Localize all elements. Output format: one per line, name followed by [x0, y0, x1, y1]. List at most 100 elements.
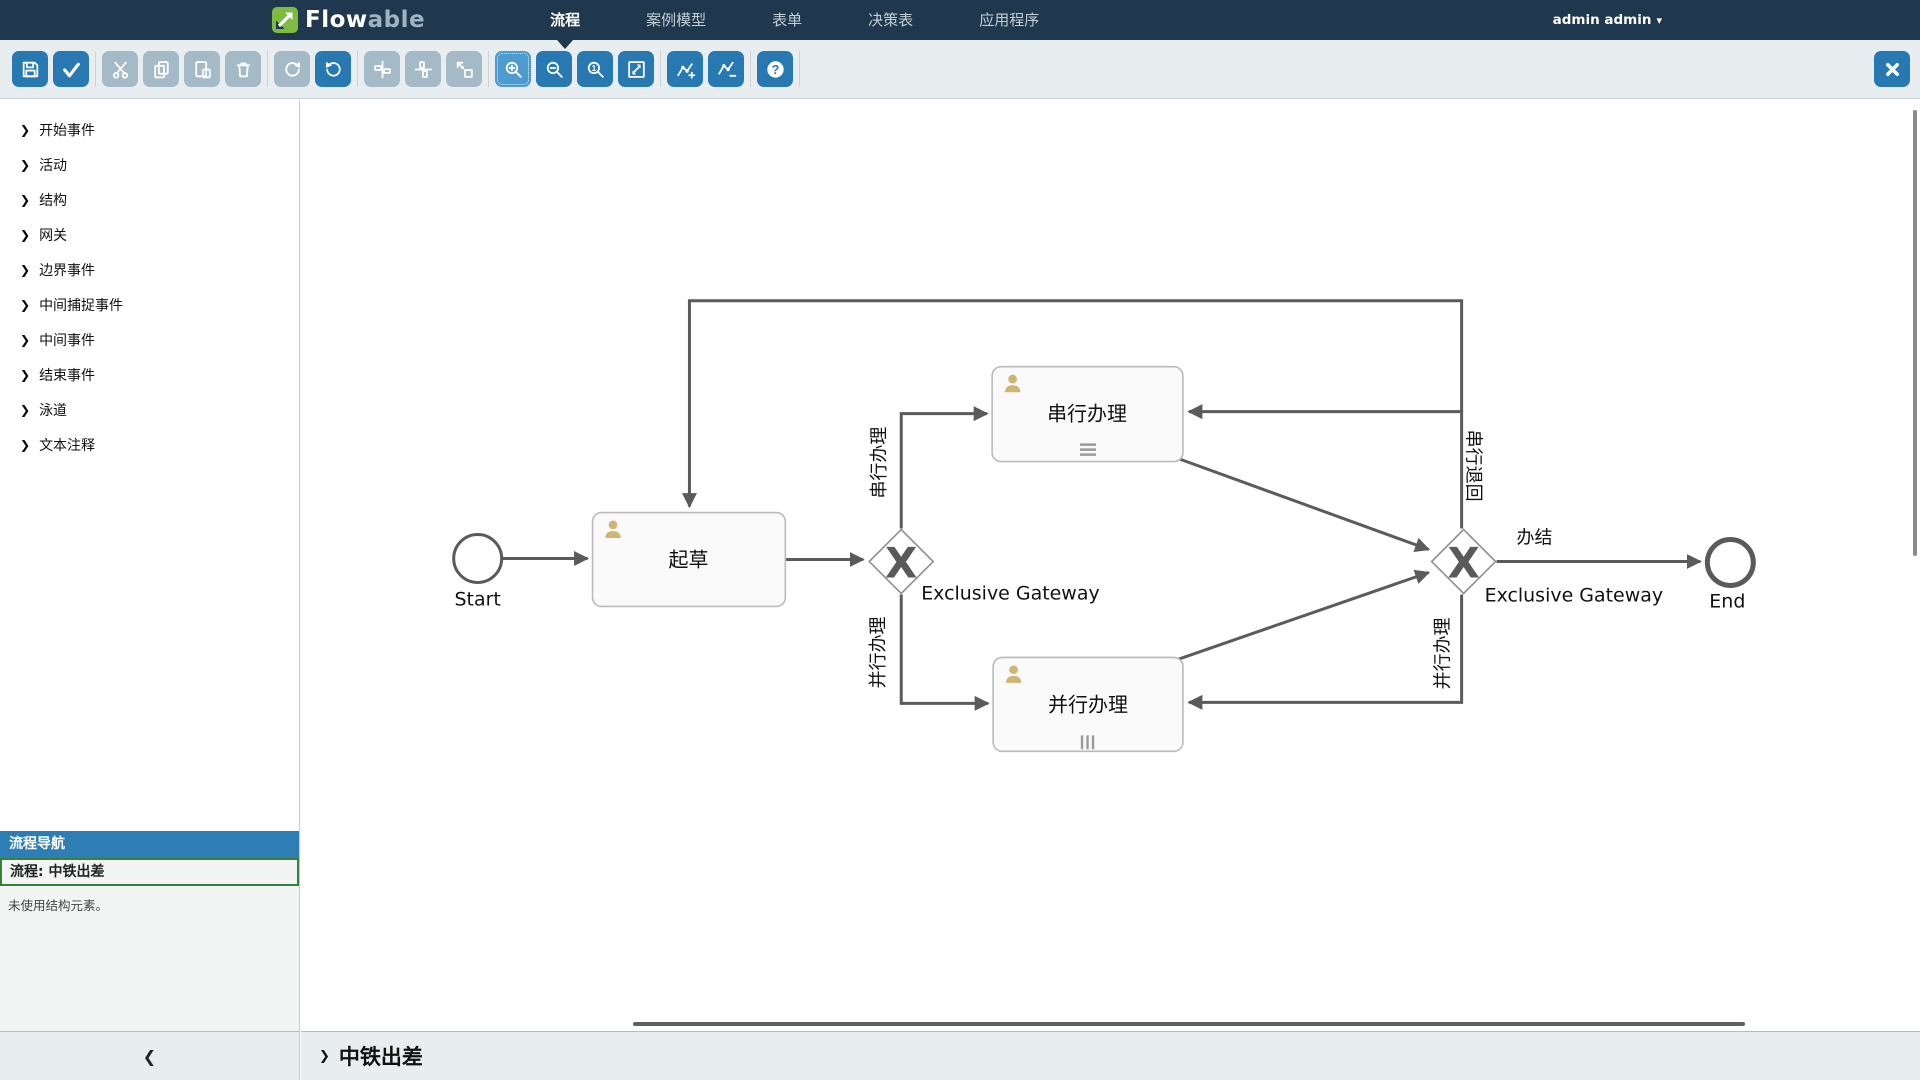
- palette-item-7[interactable]: ❯ 结束事件: [0, 357, 299, 392]
- caret-down-icon: ▾: [1656, 14, 1662, 27]
- zoom-in-icon: [503, 59, 524, 80]
- user-menu-label: admin admin: [1553, 12, 1652, 28]
- flowable-logo[interactable]: Flowable: [272, 7, 425, 33]
- palette-item-6[interactable]: ❯中间事件: [0, 322, 299, 357]
- remove-bendpoint-button[interactable]: [708, 51, 744, 87]
- zoom-in-button[interactable]: [495, 51, 531, 87]
- validate-icon: [61, 59, 82, 80]
- palette-item-label: 活动: [39, 155, 67, 175]
- toolbar-group: [358, 51, 489, 87]
- toolbar-group: [6, 51, 96, 87]
- breadcrumb-bar: ❯ 中铁出差: [301, 1031, 1920, 1080]
- palette-item-1[interactable]: ❯活动: [0, 147, 299, 182]
- tab-decision-tables[interactable]: 决策表: [835, 0, 946, 40]
- validate-button[interactable]: [53, 51, 89, 87]
- palette-item-label: 边界事件: [39, 260, 95, 280]
- cut-button[interactable]: [102, 51, 138, 87]
- task-draft-label: 起草: [668, 547, 708, 571]
- user-menu[interactable]: admin admin ▾: [1553, 12, 1662, 28]
- same-size-button[interactable]: [446, 51, 482, 87]
- toolbar-group: [96, 51, 268, 87]
- tab-case-models[interactable]: 案例模型: [613, 0, 739, 40]
- redo-button[interactable]: [274, 51, 310, 87]
- flow-parallel-to-gw2[interactable]: [1175, 572, 1429, 660]
- sidebar-footer: ❮: [0, 1031, 299, 1080]
- flow-gw1-to-parallel[interactable]: [901, 594, 988, 703]
- chevron-right-icon: ❯: [20, 123, 30, 137]
- palette-item-label: 结束事件: [39, 365, 95, 385]
- user-task-draft[interactable]: 起草: [593, 513, 786, 607]
- editor-toolbar: 1?: [0, 40, 1920, 99]
- flow-parallel-return[interactable]: [1189, 594, 1462, 702]
- flow-gw1-to-serial[interactable]: [901, 414, 987, 529]
- palette-item-9[interactable]: ❯文本注释: [0, 427, 299, 462]
- bendpoint-add-icon: [675, 59, 696, 80]
- canvas-vertical-scrollbar[interactable]: [1913, 110, 1917, 556]
- edge-label-parallel-return: 并行办理: [1433, 617, 1454, 689]
- copy-icon: [151, 59, 172, 80]
- canvas-horizontal-scrollbar[interactable]: [633, 1022, 1745, 1026]
- user-task-parallel[interactable]: 并行办理: [993, 657, 1183, 751]
- redo-icon: [282, 59, 303, 80]
- zoom-actual-icon: 1: [585, 59, 606, 80]
- help-button[interactable]: ?: [757, 51, 793, 87]
- user-task-serial[interactable]: 串行办理: [992, 367, 1183, 462]
- palette-item-3[interactable]: ❯ 网关: [0, 217, 299, 252]
- align-vertical-button[interactable]: [405, 51, 441, 87]
- copy-button[interactable]: [143, 51, 179, 87]
- flow-serial-to-gw2[interactable]: [1173, 457, 1429, 550]
- gateway-x-icon: X: [885, 538, 917, 587]
- palette-item-2[interactable]: ❯ 结构: [0, 182, 299, 217]
- top-navbar: Flowable 流程案例模型表单决策表应用程序 admin admin ▾: [0, 0, 1920, 40]
- undo-icon: [323, 59, 344, 80]
- zoom-out-button[interactable]: [536, 51, 572, 87]
- palette-item-8[interactable]: ❯ 泳道: [0, 392, 299, 427]
- process-navigator-note: 未使用结构元素。: [0, 886, 299, 1031]
- add-bendpoint-button[interactable]: [667, 51, 703, 87]
- close-editor-button[interactable]: [1874, 51, 1910, 87]
- task-parallel-label: 并行办理: [1048, 692, 1128, 716]
- save-button[interactable]: [12, 51, 48, 87]
- palette-item-label: 泳道: [39, 400, 67, 420]
- bendpoint-remove-icon: [716, 59, 737, 80]
- zoom-out-icon: [544, 59, 565, 80]
- toolbar-group: [268, 51, 358, 87]
- palette-item-label: 网关: [39, 225, 67, 245]
- zoom-fit-button[interactable]: [618, 51, 654, 87]
- zoom-actual-button[interactable]: 1: [577, 51, 613, 87]
- align-horizontal-button[interactable]: [364, 51, 400, 87]
- svg-text:?: ?: [771, 62, 779, 76]
- edge-label-to-serial: 串行办理: [869, 427, 890, 499]
- toolbar-group: [661, 51, 751, 87]
- delete-button[interactable]: [225, 51, 261, 87]
- delete-icon: [233, 59, 254, 80]
- palette-item-label: 中间事件: [39, 330, 95, 350]
- chevron-right-icon: ❯: [20, 193, 30, 207]
- process-name[interactable]: 中铁出差: [339, 1041, 423, 1071]
- paste-button[interactable]: [184, 51, 220, 87]
- chevron-right-icon: ❯: [20, 228, 30, 242]
- palette-item-4[interactable]: ❯边界事件: [0, 252, 299, 287]
- close-icon: [1882, 59, 1903, 80]
- palette-item-label: 结构: [39, 190, 67, 210]
- process-navigator-item[interactable]: 流程: 中铁出差: [0, 858, 299, 886]
- tab-forms[interactable]: 表单: [739, 0, 835, 40]
- brand-text: Flowable: [305, 7, 425, 33]
- start-event-node[interactable]: [454, 535, 502, 583]
- palette-item-0[interactable]: ❯开始事件: [0, 112, 299, 147]
- tab-processes[interactable]: 流程: [517, 0, 613, 40]
- edge-label-to-parallel: 并行办理: [868, 616, 889, 688]
- resize-icon: [454, 59, 475, 80]
- collapse-sidebar-icon[interactable]: ❮: [143, 1047, 156, 1066]
- chevron-right-icon: ❯: [20, 368, 30, 382]
- align-h-icon: [372, 59, 393, 80]
- chevron-right-icon: ❯: [20, 403, 30, 417]
- palette-item-label: 文本注释: [39, 435, 95, 455]
- end-event-node[interactable]: [1707, 540, 1753, 586]
- process-navigator: 流程导航 流程: 中铁出差 未使用结构元素。: [0, 831, 299, 1031]
- svg-text:1: 1: [591, 62, 596, 72]
- palette-item-5[interactable]: ❯中间捕捉事件: [0, 287, 299, 322]
- undo-button[interactable]: [315, 51, 351, 87]
- tab-apps[interactable]: 应用程序: [946, 0, 1072, 40]
- diagram-canvas[interactable]: Start End 起草 串行办理 并行办理: [301, 100, 1920, 1031]
